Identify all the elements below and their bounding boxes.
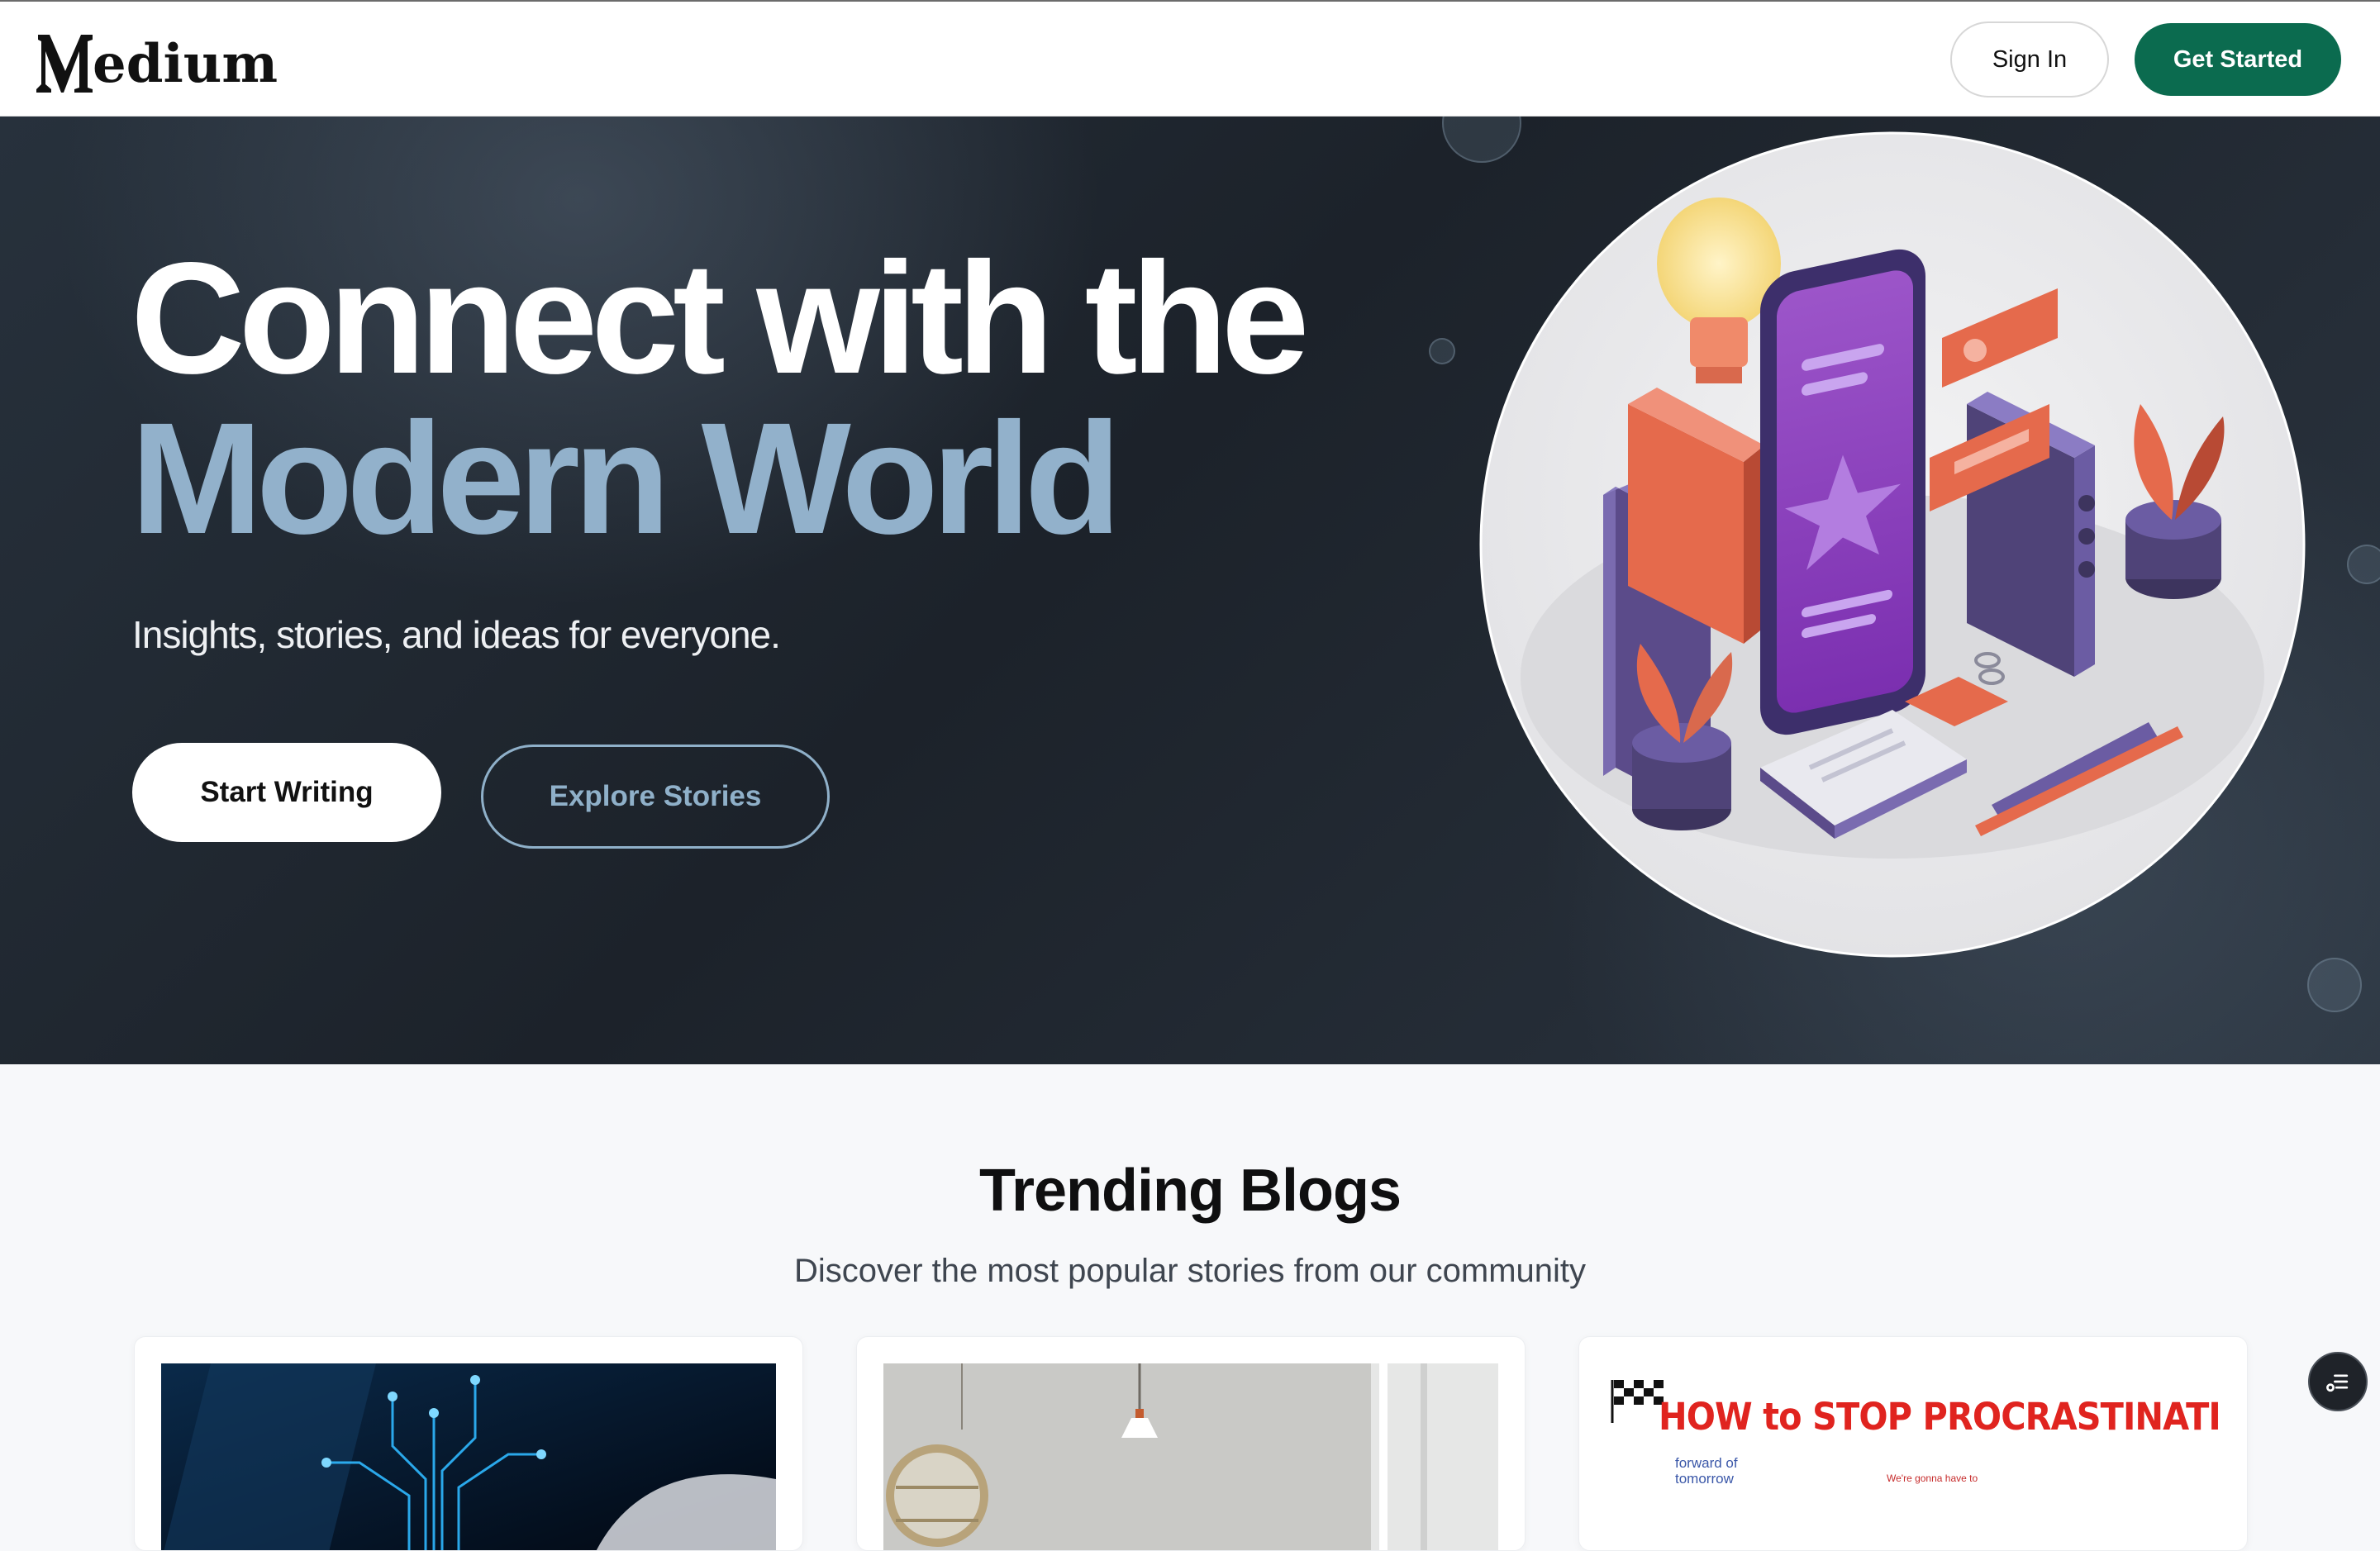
comic-caption-right: We're gonna have to bbox=[1887, 1472, 1978, 1484]
logo-wordmark: edium bbox=[93, 33, 278, 95]
blog-card[interactable]: HOW to STOP PROCRASTINATING forward of t… bbox=[1578, 1336, 2248, 1551]
comic-caption-left: forward of tomorrow bbox=[1675, 1455, 1738, 1487]
decorative-bubble bbox=[2347, 545, 2380, 584]
floating-list-settings-button[interactable] bbox=[2308, 1352, 2368, 1411]
trending-section-subtitle: Discover the most popular stories from o… bbox=[793, 1253, 1587, 1289]
blog-card[interactable] bbox=[134, 1336, 803, 1551]
hero-illustration bbox=[1479, 131, 2306, 958]
procrastination-comic-image: HOW to STOP PROCRASTINATING forward of t… bbox=[1606, 1363, 2221, 1550]
start-writing-button[interactable]: Start Writing bbox=[132, 743, 441, 842]
get-started-button[interactable]: Get Started bbox=[2135, 23, 2341, 96]
hero-subtitle: Insights, stories, and ideas for everyon… bbox=[132, 613, 781, 656]
blog-card[interactable] bbox=[856, 1336, 1526, 1551]
hero-title-line-2: Modern World bbox=[131, 389, 1121, 567]
top-navigation-bar: edium Sign In Get Started bbox=[0, 0, 2380, 117]
checkered-flag-icon bbox=[1611, 1380, 1664, 1423]
list-settings-icon bbox=[2326, 1374, 2349, 1392]
explore-stories-button[interactable]: Explore Stories bbox=[481, 745, 830, 849]
medium-logo[interactable]: edium bbox=[36, 25, 278, 94]
hero-section: Connect with the Modern World Insights, … bbox=[0, 117, 2380, 1064]
decorative-bubble bbox=[2307, 958, 2362, 1012]
circuit-chip-hand-image bbox=[161, 1363, 776, 1550]
medium-m-logo-icon bbox=[36, 35, 93, 93]
trending-section-title: Trending Blogs bbox=[978, 1158, 1402, 1224]
decorative-bubble bbox=[1429, 338, 1455, 364]
comic-headline: HOW to STOP PROCRASTINATING bbox=[1659, 1395, 2221, 1439]
hero-title-line-1: Connect with the bbox=[131, 229, 1310, 407]
sign-in-button[interactable]: Sign In bbox=[1950, 21, 2109, 98]
interior-lamp-shelf-image bbox=[883, 1363, 1498, 1550]
